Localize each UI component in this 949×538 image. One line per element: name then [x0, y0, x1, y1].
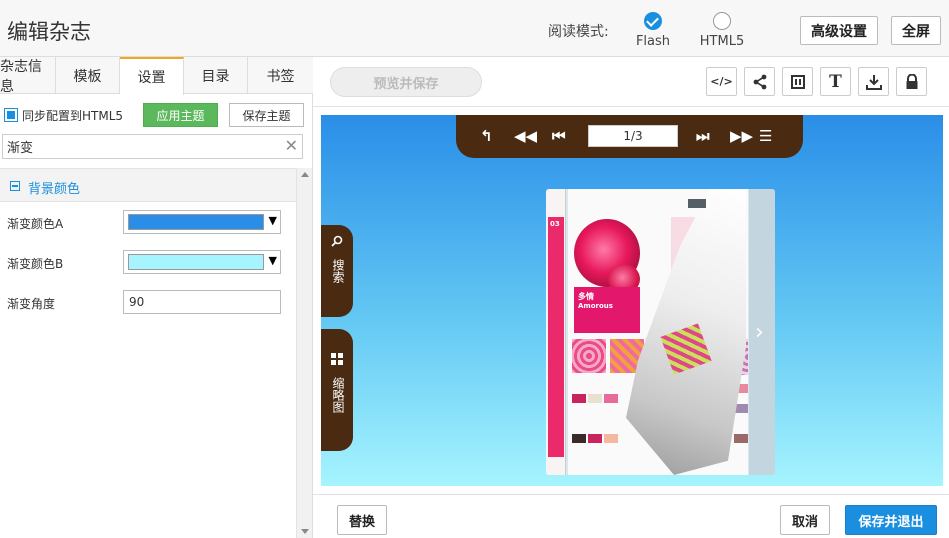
tab-template[interactable]: 模板 — [56, 57, 120, 94]
sync-row: 同步配置到HTML5 应用主题 保存主题 — [0, 101, 313, 129]
color-swatch — [128, 254, 264, 270]
search-field: ✕ — [2, 134, 303, 159]
lock-icon — [906, 73, 917, 89]
scroll-up-icon[interactable] — [301, 172, 309, 177]
gradient-color-a-picker[interactable]: ▼ — [123, 210, 281, 234]
contents-icon[interactable]: ☰ — [759, 127, 772, 145]
cancel-button[interactable]: 取消 — [780, 505, 830, 535]
search-icon — [331, 235, 343, 247]
next-arrow-icon[interactable]: › — [755, 320, 764, 345]
page-number: 03 — [550, 220, 560, 228]
text-icon: T — [829, 71, 842, 92]
magazine-stage: ↰ ◀◀ ⏮ ⏭ ▶▶ ☰ 搜索 缩略图 0 — [321, 115, 943, 486]
preview-save-button[interactable]: 预览并保存 — [330, 67, 482, 97]
download-button[interactable] — [858, 67, 889, 96]
color-chip — [604, 434, 618, 443]
scroll-down-icon[interactable] — [301, 529, 309, 534]
replace-button[interactable]: 替换 — [337, 505, 387, 535]
gradient-angle-field — [123, 290, 281, 314]
gradient-angle-label: 渐变角度 — [7, 297, 56, 311]
section-header[interactable]: 背景颜色 — [0, 168, 296, 202]
search-input[interactable] — [3, 135, 273, 158]
footer-divider — [313, 494, 949, 495]
settings-list: 背景颜色 渐变颜色A ▼ 渐变颜色B ▼ 渐变角度 — [0, 168, 296, 538]
page-title: 编辑杂志 — [7, 20, 91, 44]
gradient-angle-input[interactable] — [124, 291, 274, 313]
mode-flash-label: Flash — [635, 34, 671, 49]
scrollbar[interactable] — [296, 168, 312, 538]
left-page-edge: 03 — [546, 189, 566, 475]
article-title-block: 多情 Amorous — [574, 287, 640, 333]
article-subtitle: Amorous — [578, 302, 613, 310]
preview-panel: 预览并保存 </> T ↰ ◀◀ ⏮ 1/3 ⏭ ▶▶ ☰ 搜索 缩略图 03 … — [313, 57, 949, 538]
mode-flash-option[interactable]: Flash — [633, 12, 673, 49]
last-page-icon[interactable]: ▶▶ — [730, 127, 753, 145]
section-title: 背景颜色 — [28, 182, 81, 197]
color-chip — [572, 434, 586, 443]
grid-icon — [331, 353, 343, 365]
color-chip — [604, 394, 618, 403]
mode-html5-option[interactable]: HTML5 — [696, 12, 748, 49]
side-tab-thumbnails[interactable]: 缩略图 — [321, 329, 353, 451]
viewer-nav-bar: ↰ ◀◀ ⏮ ⏭ ▶▶ ☰ — [456, 115, 803, 158]
sync-label: 同步配置到HTML5 — [22, 109, 124, 123]
reading-mode-label: 阅读模式: — [548, 24, 609, 40]
advanced-settings-button[interactable]: 高级设置 — [800, 16, 878, 45]
layout-button[interactable] — [782, 67, 813, 96]
magazine-book[interactable]: 03 多情 Amorous — [546, 189, 775, 475]
code-button[interactable]: </> — [706, 67, 737, 96]
tab-contents[interactable]: 目录 — [184, 57, 248, 94]
tab-magazine-info[interactable]: 杂志信息 — [0, 57, 56, 95]
save-exit-button[interactable]: 保存并退出 — [845, 505, 937, 535]
sync-checkbox[interactable] — [4, 108, 18, 122]
color-chip — [572, 394, 586, 403]
lock-button[interactable] — [896, 67, 927, 96]
page-tag — [688, 199, 706, 208]
save-theme-button[interactable]: 保存主题 — [229, 103, 304, 127]
app-header: 编辑杂志 阅读模式: Flash HTML5 高级设置 全屏 — [0, 0, 949, 57]
page-indicator — [588, 125, 678, 147]
side-tab-search-label: 搜索 — [331, 259, 345, 283]
next-page-icon[interactable]: ⏭ — [696, 127, 710, 145]
pink-column: 03 — [548, 217, 564, 457]
gradient-color-a-label: 渐变颜色A — [7, 217, 64, 231]
code-icon: </> — [710, 75, 733, 88]
prev-page-icon[interactable]: ⏮ — [552, 127, 566, 145]
tab-bookmarks[interactable]: 书签 — [248, 57, 313, 94]
tab-bar: 杂志信息 模板 设置 目录 书签 — [0, 57, 313, 95]
color-swatch — [128, 214, 264, 230]
apply-theme-button[interactable]: 应用主题 — [143, 103, 218, 127]
side-tab-thumbnails-label: 缩略图 — [331, 377, 345, 413]
radio-unchecked-icon[interactable] — [713, 12, 731, 30]
fullscreen-button[interactable]: 全屏 — [891, 16, 941, 45]
gradient-color-b-picker[interactable]: ▼ — [123, 250, 281, 274]
tab-settings[interactable]: 设置 — [120, 57, 184, 95]
toolbar-divider — [313, 106, 949, 107]
layout-icon — [790, 74, 805, 89]
clear-icon[interactable]: ✕ — [285, 136, 298, 155]
settings-panel: 杂志信息 模板 设置 目录 书签 同步配置到HTML5 应用主题 保存主题 ✕ … — [0, 57, 313, 538]
color-chip — [588, 394, 602, 403]
gradient-color-b-label: 渐变颜色B — [7, 257, 64, 271]
color-chip — [588, 434, 602, 443]
side-tab-search[interactable]: 搜索 — [321, 225, 353, 317]
pattern-swatch — [572, 339, 606, 373]
download-icon — [865, 74, 882, 90]
dropdown-arrow-icon[interactable]: ▼ — [269, 254, 277, 267]
page-input[interactable] — [589, 126, 677, 146]
dropdown-arrow-icon[interactable]: ▼ — [269, 214, 277, 227]
mode-html5-label: HTML5 — [699, 34, 745, 49]
back-icon[interactable]: ↰ — [480, 127, 493, 145]
color-chip — [734, 434, 748, 443]
article-title: 多情 — [578, 292, 594, 301]
first-page-icon[interactable]: ◀◀ — [514, 127, 537, 145]
text-button[interactable]: T — [820, 67, 851, 96]
share-button[interactable] — [744, 67, 775, 96]
radio-checked-icon[interactable] — [644, 12, 662, 30]
collapse-icon[interactable] — [10, 181, 20, 191]
share-icon — [753, 74, 766, 89]
